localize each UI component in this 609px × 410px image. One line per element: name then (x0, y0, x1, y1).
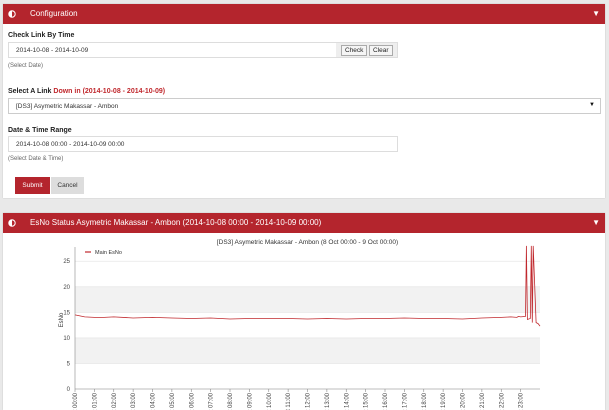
x-tick-label: Oct 15:00 (364, 392, 370, 410)
datetime-hint: (Select Date & Time) (8, 156, 64, 162)
submit-button[interactable]: Submit (15, 177, 50, 194)
chart-title: [DS3] Asymetric Makassar - Ambon (8 Oct … (217, 239, 398, 246)
date-range-input[interactable]: 2014-10-08 - 2014-10-09 (8, 42, 337, 58)
x-tick-label: Oct 20:00 (461, 392, 467, 410)
configuration-header: Configuration ▼ (3, 4, 605, 24)
series-line-main-esno (74, 245, 541, 327)
cancel-button[interactable]: Cancel (51, 177, 84, 194)
down-range-text: Down in (2014-10-08 - 2014-10-09) (53, 88, 166, 95)
x-tick-label: Oct 16:00 (383, 392, 389, 410)
x-tick-label: Oct 22:00 (499, 392, 505, 410)
check-link-label: Check Link By Time (8, 32, 75, 39)
x-tick-label: Oct 21:00 (480, 392, 486, 410)
x-tick-label: Oct 03:00 (131, 392, 137, 410)
button-group: Check Clear (336, 42, 398, 58)
y-tick-label: 25 (63, 259, 70, 265)
x-tick-label: Oct 08:00 (228, 392, 234, 410)
select-date-hint: (Select Date) (8, 63, 44, 69)
datetime-range-input[interactable]: 2014-10-08 00:00 - 2014-10-09 00:00 (8, 136, 398, 152)
x-tick-label: Oct 19:00 (441, 392, 447, 410)
y-tick-label: 0 (67, 387, 71, 393)
x-tick-label: Oct 04:00 (151, 392, 157, 410)
x-tick-label: Oct 17:00 (402, 392, 408, 410)
check-button[interactable]: Check (341, 45, 368, 56)
status-panel: EsNo Status Asymetric Makassar - Ambon (… (3, 213, 605, 410)
y-tick-label: 10 (63, 336, 70, 342)
x-tick-label: Oct 05:00 (170, 392, 176, 410)
grid-band (75, 286, 540, 313)
link-select-value: [DS3] Asymetric Makassar - Ambon (16, 103, 119, 110)
status-header: EsNo Status Asymetric Makassar - Ambon (… (3, 213, 605, 233)
x-tick-label: Oct 10:00 (267, 392, 273, 410)
collapse-icon[interactable]: ▼ (592, 9, 600, 18)
select-link-text: Select A Link (8, 88, 52, 95)
configuration-panel: Configuration ▼ Check Link By Time 2014-… (3, 4, 605, 198)
half-circle-icon (8, 219, 16, 227)
y-tick-label: 20 (63, 285, 70, 291)
link-select[interactable]: [DS3] Asymetric Makassar - Ambon ▼ (8, 98, 601, 114)
half-circle-icon (8, 10, 16, 18)
x-tick-label: Oct 23:00 (519, 392, 525, 410)
x-tick-label: Oct 09:00 (247, 392, 253, 410)
y-axis-label: EsNo (59, 312, 65, 327)
x-tick-label: Oct 00:00 (73, 392, 79, 410)
x-tick-label: Oct 01:00 (92, 392, 98, 410)
y-tick-label: 5 (67, 361, 71, 367)
x-tick-label: Oct 18:00 (422, 392, 428, 410)
status-title: EsNo Status Asymetric Makassar - Ambon (… (30, 218, 322, 227)
select-link-label: Select A Link Down in (2014-10-08 - 2014… (8, 88, 165, 95)
x-tick-label: Oct 12:00 (306, 392, 312, 410)
x-tick-label: Oct 14:00 (344, 392, 350, 410)
collapse-icon[interactable]: ▼ (592, 218, 600, 227)
dropdown-caret-icon: ▼ (589, 102, 595, 108)
x-tick-label: Oct 07:00 (209, 392, 215, 410)
x-tick-label: Oct 06:00 (189, 392, 195, 410)
grid-band (75, 337, 540, 364)
clear-button[interactable]: Clear (369, 45, 393, 56)
esno-chart: 0510152025Oct 00:00 Oct 01:00 Oct 02:00 Oct… (59, 239, 541, 410)
configuration-title: Configuration (30, 9, 78, 18)
legend-label: Main EsNo (95, 250, 122, 256)
x-tick-label: Oct 02:00 (112, 392, 118, 410)
x-tick-label: Oct 11:00 (286, 392, 292, 410)
x-tick-label: Oct 13:00 (325, 392, 331, 410)
datetime-label: Date & Time Range (8, 127, 72, 134)
